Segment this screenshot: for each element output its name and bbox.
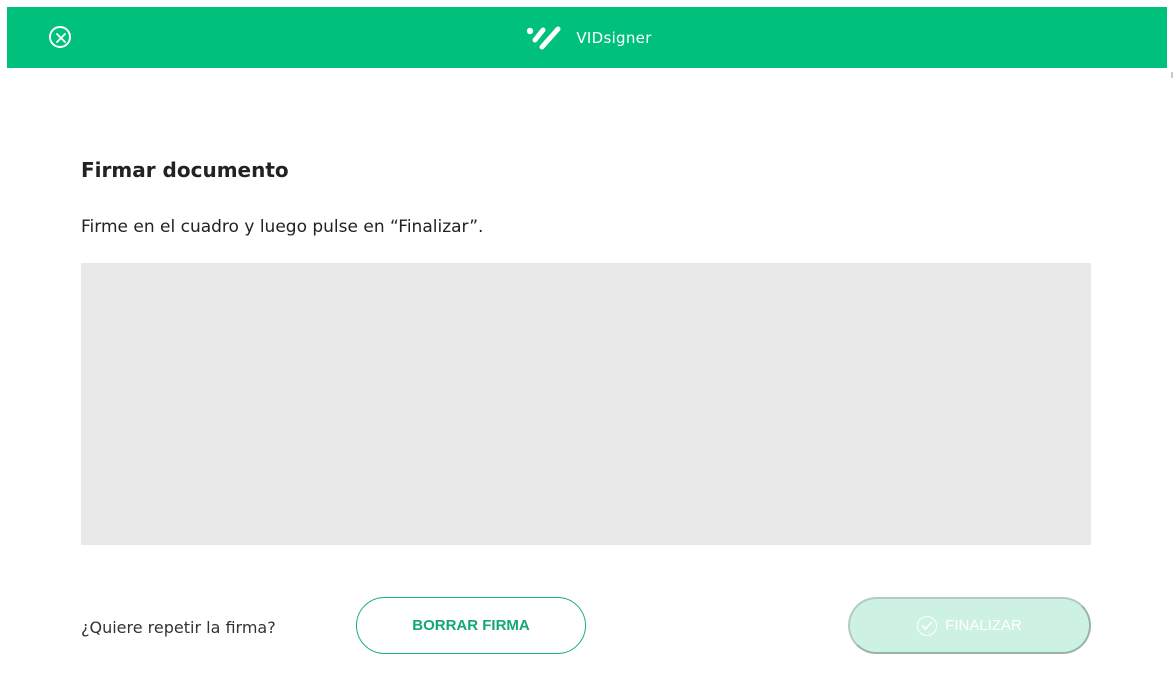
close-icon[interactable] [49,26,71,48]
header-bar: VIDsigner [7,7,1167,68]
brand: VIDsigner [526,26,651,50]
finish-button[interactable]: FINALIZAR [848,597,1091,654]
repeat-signature-question: ¿Quiere repetir la firma? [81,618,276,637]
finish-label: FINALIZAR [945,617,1022,634]
clear-signature-button[interactable]: BORRAR FIRMA [356,597,586,654]
scrollbar[interactable] [1171,72,1173,78]
signature-window: VIDsigner Firmar documento Firme en el c… [0,0,1174,694]
vidsigner-logo-icon [527,26,561,49]
instructions-text: Firme en el cuadro y luego pulse en “Fin… [81,217,484,237]
check-circle-icon [917,615,938,636]
page-title: Firmar documento [81,158,289,182]
clear-signature-label: BORRAR FIRMA [412,617,530,634]
signature-pad[interactable] [81,263,1091,545]
brand-name: VIDsigner [576,28,652,47]
